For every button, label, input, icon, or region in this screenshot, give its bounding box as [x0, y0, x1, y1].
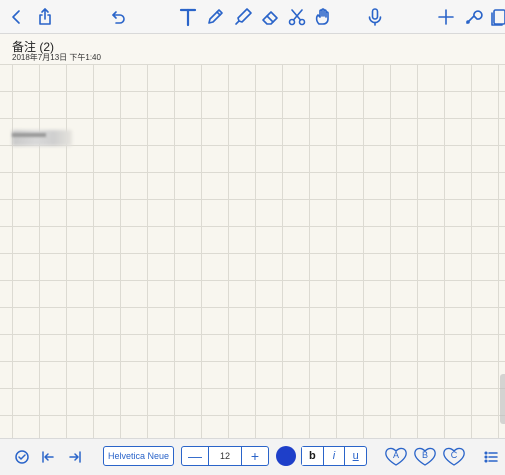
- wrench-icon[interactable]: [461, 5, 485, 29]
- preset-label: A: [392, 450, 399, 460]
- text-color-button[interactable]: [276, 446, 296, 466]
- font-family-button[interactable]: Helvetica Neue: [103, 446, 174, 466]
- pencil-icon[interactable]: [203, 5, 227, 29]
- pages-icon[interactable]: [487, 5, 505, 29]
- decrease-font-size-button[interactable]: —: [182, 447, 208, 465]
- microphone-icon[interactable]: [363, 5, 387, 29]
- style-preset-a[interactable]: A: [384, 445, 408, 467]
- bold-button[interactable]: b: [302, 447, 323, 465]
- scissors-icon[interactable]: [285, 5, 309, 29]
- grid-paper-canvas[interactable]: [0, 64, 505, 438]
- note-header: 备注 (2) 2018年7月13日 下午1:40: [0, 34, 505, 64]
- text-tool-icon[interactable]: [176, 5, 200, 29]
- text-style-group: b i u: [301, 446, 367, 466]
- preset-label: C: [450, 450, 458, 460]
- back-icon[interactable]: [5, 5, 29, 29]
- highlighter-icon[interactable]: [231, 5, 255, 29]
- indent-icon[interactable]: [65, 447, 85, 467]
- style-preset-b[interactable]: B: [413, 445, 437, 467]
- scroll-handle[interactable]: [500, 374, 505, 424]
- font-size-value[interactable]: 12: [208, 447, 242, 465]
- outdent-icon[interactable]: [38, 447, 58, 467]
- add-icon[interactable]: [434, 5, 458, 29]
- checkmark-circle-icon[interactable]: [12, 447, 32, 467]
- hand-icon[interactable]: [311, 5, 335, 29]
- font-size-stepper: — 12 +: [181, 446, 269, 466]
- underline-button[interactable]: u: [344, 447, 366, 465]
- blurred-text-line: [12, 133, 46, 137]
- eraser-icon[interactable]: [258, 5, 282, 29]
- list-icon[interactable]: [481, 447, 501, 467]
- share-icon[interactable]: [33, 5, 57, 29]
- increase-font-size-button[interactable]: +: [242, 447, 268, 465]
- italic-button[interactable]: i: [322, 447, 345, 465]
- undo-icon[interactable]: [106, 5, 130, 29]
- text-format-toolbar: Helvetica Neue — 12 + b i u A B C: [0, 438, 505, 475]
- top-toolbar: [0, 0, 505, 34]
- style-preset-c[interactable]: C: [442, 445, 466, 467]
- note-date: 2018年7月13日 下午1:40: [12, 53, 101, 62]
- preset-label: B: [421, 450, 428, 460]
